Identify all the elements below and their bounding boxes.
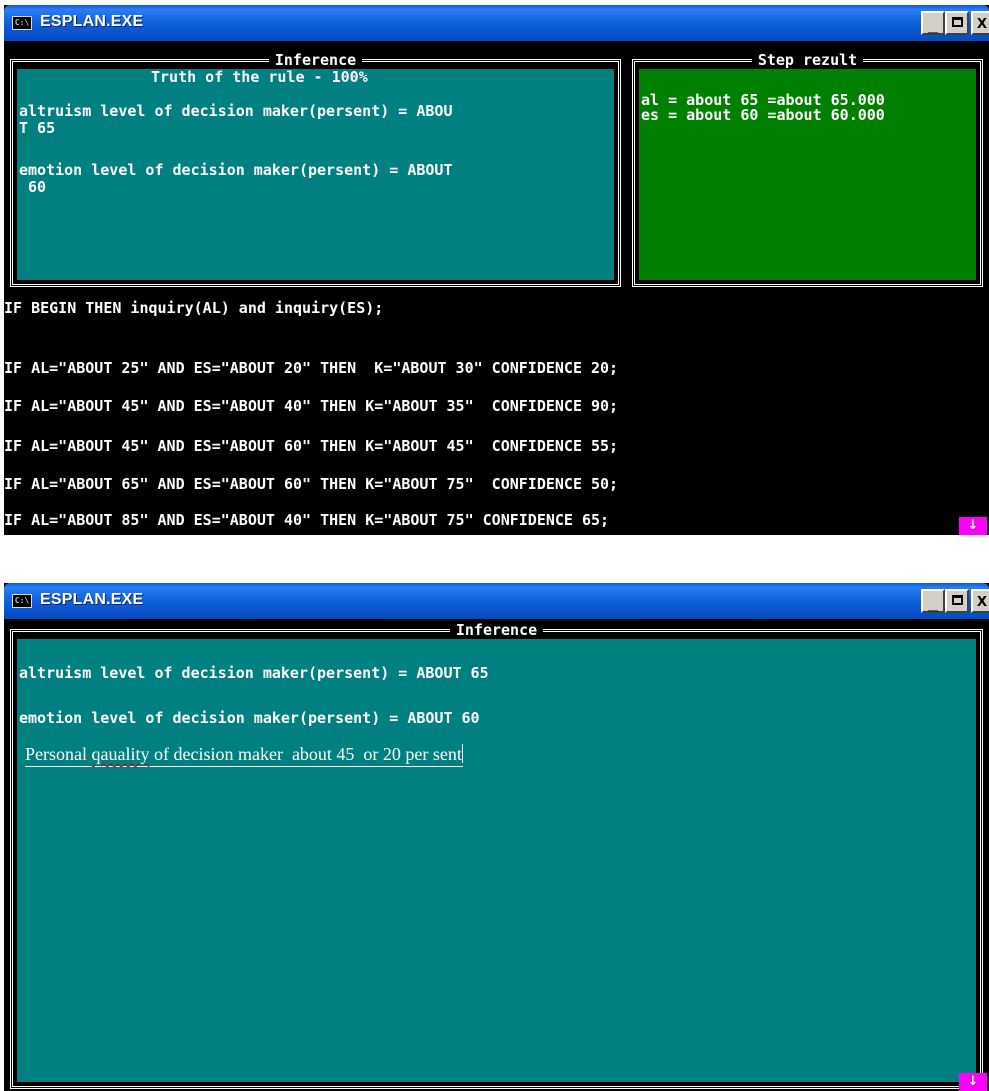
maximize-icon	[951, 595, 963, 605]
inference-panel: Inference Truth of the rule - 100% altru…	[10, 51, 621, 287]
rule-truth-text: Truth of the rule - 100%	[151, 68, 368, 86]
console-window-1: C:\ ESPLAN.EXE _ x Inference Truth of th…	[4, 5, 989, 535]
answer-text-start: Personal	[25, 744, 92, 764]
step-result-title: Step rezult	[751, 51, 864, 69]
minimize-button[interactable]: _	[921, 11, 945, 35]
close-icon: x	[976, 590, 987, 610]
title-bar[interactable]: C:\ ESPLAN.EXE _ x	[4, 583, 989, 619]
altruism-line-2: T 65	[19, 119, 56, 137]
altruism-line-1: altruism level of decision maker(persent…	[19, 102, 453, 120]
console-area: Inference altruism level of decision mak…	[4, 619, 989, 1091]
inference-content: Truth of the rule - 100% altruism level …	[17, 69, 614, 280]
inference-content: altruism level of decision maker(persent…	[17, 639, 976, 1082]
emotion-line-2: 60	[19, 178, 47, 196]
rule-2: IF AL="ABOUT 45" AND ES="ABOUT 40" THEN …	[4, 397, 619, 415]
answer-text-end: of decision maker about 45 or 20 per sen…	[149, 744, 462, 764]
rule-4: IF AL="ABOUT 65" AND ES="ABOUT 60" THEN …	[4, 475, 619, 493]
console-app-icon[interactable]: C:\	[12, 594, 32, 608]
window-title: ESPLAN.EXE	[40, 13, 144, 30]
answer-input[interactable]: Personal qauality of decision maker abou…	[25, 744, 463, 767]
maximize-icon	[951, 17, 963, 27]
console-app-icon[interactable]: C:\	[12, 16, 32, 30]
rule-begin: IF BEGIN THEN inquiry(AL) and inquiry(ES…	[4, 299, 384, 317]
close-button[interactable]: x	[971, 11, 989, 35]
minimize-icon: _	[927, 593, 938, 613]
step-result-panel: Step rezult al = about 65 =about 65.000 …	[632, 51, 983, 287]
step-result-content: al = about 65 =about 65.000 es = about 6…	[639, 69, 976, 280]
maximize-button[interactable]	[945, 11, 969, 35]
close-button[interactable]: x	[971, 589, 989, 613]
console-window-2: C:\ ESPLAN.EXE _ x Inference altruism le…	[4, 583, 989, 1091]
inference-panel-title: Inference	[449, 621, 544, 639]
minimize-icon: _	[927, 15, 938, 35]
console-area: Inference Truth of the rule - 100% altru…	[4, 41, 989, 535]
text-cursor	[461, 744, 463, 763]
rule-1: IF AL="ABOUT 25" AND ES="ABOUT 20" THEN …	[4, 359, 619, 377]
scroll-down-indicator[interactable]: ↓	[959, 517, 987, 535]
minimize-button[interactable]: _	[921, 589, 945, 613]
emotion-line: emotion level of decision maker(persent)…	[19, 709, 480, 727]
title-bar[interactable]: C:\ ESPLAN.EXE _ x	[4, 5, 989, 41]
rule-3: IF AL="ABOUT 45" AND ES="ABOUT 60" THEN …	[4, 437, 619, 455]
emotion-line-1: emotion level of decision maker(persent)…	[19, 161, 453, 179]
inference-panel-title: Inference	[268, 51, 363, 69]
misspelled-word[interactable]: qauality	[92, 744, 150, 764]
maximize-button[interactable]	[945, 589, 969, 613]
close-icon: x	[976, 12, 987, 32]
step-result-es: es = about 60 =about 60.000	[641, 106, 885, 124]
altruism-line: altruism level of decision maker(persent…	[19, 664, 489, 682]
rule-5: IF AL="ABOUT 85" AND ES="ABOUT 40" THEN …	[4, 511, 610, 529]
scroll-down-indicator[interactable]: ↓	[959, 1073, 987, 1091]
inference-panel: Inference altruism level of decision mak…	[10, 621, 983, 1089]
window-title: ESPLAN.EXE	[40, 591, 144, 608]
